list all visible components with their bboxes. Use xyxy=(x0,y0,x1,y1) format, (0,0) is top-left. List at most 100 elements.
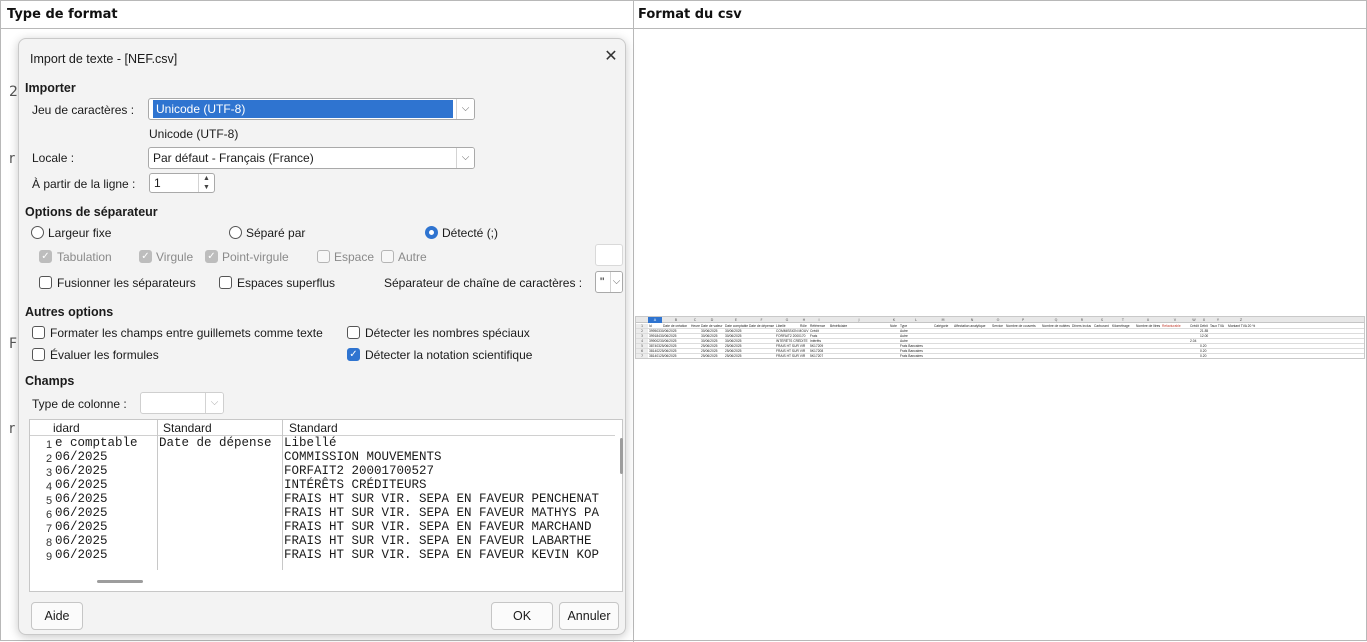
sheet-column-letter: T xyxy=(1121,318,1125,322)
preview-cell: Libellé xyxy=(284,436,337,450)
sheet-gridline xyxy=(636,328,1364,329)
sheet-column-letter: O xyxy=(996,318,1000,322)
sheet-column-headers: A B C D E F G H I J K L M N O P Q R S T U V W X Y Z xyxy=(636,317,1364,323)
section-importer: Importer xyxy=(25,81,76,95)
checkbox-trim-spaces[interactable] xyxy=(219,276,232,289)
sheet-column-letter: R xyxy=(1080,318,1084,322)
from-line-spinner[interactable]: 1 ▲ ▼ xyxy=(149,173,215,193)
preview-cell: FRAIS HT SUR VIR. SEPA EN FAVEUR KEVIN K… xyxy=(284,548,600,562)
preview-row: 6 06/2025 FRAIS HT SUR VIR. SEPA EN FAVE… xyxy=(30,506,615,521)
radio-separated-by[interactable] xyxy=(229,226,242,239)
sheet-column-letter: U xyxy=(1146,318,1150,322)
checkbox-semicolon[interactable]: ✓ xyxy=(205,250,218,263)
sheet-column-letter: Q xyxy=(1054,318,1058,322)
row-number: 9 xyxy=(46,551,53,563)
checkbox-other[interactable] xyxy=(381,250,394,263)
preview-row: 4 06/2025 INTÉRÊTS CRÉDITEURS xyxy=(30,478,615,493)
preview-column-header[interactable]: Standard xyxy=(163,421,212,435)
preview-cell: 06/2025 xyxy=(55,548,108,562)
sheet-column-letter: Z xyxy=(1239,318,1243,322)
sheet-column-letter: V xyxy=(1173,318,1177,322)
checkbox-quoted-as-text[interactable] xyxy=(32,326,45,339)
preview-cell: COMMISSION MOUVEMENTS xyxy=(284,450,442,464)
tab-label: Tabulation xyxy=(57,250,112,264)
checkbox-detect-scientific[interactable]: ✓ xyxy=(347,348,360,361)
preview-cell: 06/2025 xyxy=(55,492,108,506)
merge-label: Fusionner les séparateurs xyxy=(57,276,196,290)
chevron-down-icon[interactable]: ⌵ xyxy=(456,99,474,119)
sheet-gridline xyxy=(636,333,1364,334)
chevron-down-icon[interactable]: ⌵ xyxy=(205,393,223,413)
charset-dropdown-item[interactable]: Unicode (UTF-8) xyxy=(149,127,238,141)
sheet-column-letter: D xyxy=(710,318,714,322)
checkbox-space[interactable] xyxy=(317,250,330,263)
preview-cell: Date de dépense xyxy=(159,436,272,450)
dialog-title: Import de texte - [NEF.csv] xyxy=(30,52,178,66)
quoted-as-text-label: Formater les champs entre guillemets com… xyxy=(50,326,323,340)
charset-select[interactable]: Unicode (UTF-8) ⌵ xyxy=(148,98,475,120)
preview-header: idard Standard Standard xyxy=(30,420,615,436)
sheet-column-letter: M xyxy=(941,318,945,322)
preview-column-header[interactable]: Standard xyxy=(289,421,338,435)
preview-cell: 06/2025 xyxy=(55,506,108,520)
other-label: Autre xyxy=(398,250,427,264)
preview-cell: INTÉRÊTS CRÉDITEURS xyxy=(284,478,427,492)
close-icon[interactable]: ✕ xyxy=(599,45,623,69)
help-button[interactable]: Aide xyxy=(31,602,83,630)
column-type-select[interactable]: ⌵ xyxy=(140,392,224,414)
section-fields: Champs xyxy=(25,374,75,388)
sheet-column-letter: A xyxy=(648,317,662,323)
sheet-column-letter: X xyxy=(1202,318,1206,322)
sheet-gridline xyxy=(636,353,1364,354)
sheet-gridline xyxy=(636,343,1364,344)
checkbox-tab[interactable]: ✓ xyxy=(39,250,52,263)
chevron-down-icon[interactable]: ⌵ xyxy=(610,272,622,292)
sheet-gridline xyxy=(636,338,1364,339)
sheet-column-letter: C xyxy=(693,318,697,322)
chevron-down-icon[interactable]: ⌵ xyxy=(456,148,474,168)
other-separator-input[interactable] xyxy=(595,244,623,266)
trim-label: Espaces superflus xyxy=(237,276,336,290)
sheet-column-letter: F xyxy=(760,318,763,322)
sheet-column-letter: W xyxy=(1192,318,1196,322)
background-text: F xyxy=(9,336,18,352)
preview-cell: FRAIS HT SUR VIR. SEPA EN FAVEUR MATHYS … xyxy=(284,506,600,520)
checkbox-comma[interactable]: ✓ xyxy=(139,250,152,263)
semicolon-label: Point-virgule xyxy=(222,250,289,264)
sheet-column-letter: I xyxy=(818,318,820,322)
radio-fixed-width[interactable] xyxy=(31,226,44,239)
sheet-gridline xyxy=(636,348,1364,349)
from-line-value: 1 xyxy=(154,176,161,190)
sheet-gridline xyxy=(636,358,1365,359)
horizontal-scrollbar[interactable] xyxy=(97,580,143,583)
preview-column-header[interactable]: idard xyxy=(53,421,80,435)
preview-cell: FRAIS HT SUR VIR. SEPA EN FAVEUR LABARTH… xyxy=(284,534,592,548)
string-delimiter-select[interactable]: " ⌵ xyxy=(595,271,623,293)
separated-by-label: Séparé par xyxy=(246,226,306,240)
background-text: r xyxy=(9,151,15,167)
column-type-label: Type de colonne : xyxy=(32,397,127,411)
sheet-column-letter: L xyxy=(915,318,917,322)
locale-select[interactable]: Par défaut - Français (France) ⌵ xyxy=(148,147,475,169)
preview-cell: FORFAIT2 20001700527 xyxy=(284,464,435,478)
evaluate-formulas-label: Évaluer les formules xyxy=(50,348,159,362)
detect-special-label: Détecter les nombres spéciaux xyxy=(365,326,530,340)
checkbox-merge-delimiters[interactable] xyxy=(39,276,52,289)
csv-spreadsheet-thumbnail: ABCDEFGHIJKLMNOPQRSTUVWXYZ 1 Id Date de cr… xyxy=(635,316,1365,359)
checkbox-detect-special[interactable] xyxy=(347,326,360,339)
background-text: 2 xyxy=(9,84,18,100)
checkbox-evaluate-formulas[interactable] xyxy=(32,348,45,361)
cancel-button[interactable]: Annuler xyxy=(559,602,619,630)
spinner-arrows-icon[interactable]: ▲ ▼ xyxy=(198,174,214,192)
preview-cell: 06/2025 xyxy=(55,534,108,548)
space-label: Espace xyxy=(334,250,375,264)
string-delimiter-value: " xyxy=(600,275,605,289)
sheet-column-letter: G xyxy=(785,318,789,322)
ok-button[interactable]: OK xyxy=(491,602,553,630)
radio-detected[interactable] xyxy=(425,226,438,239)
vertical-scrollbar[interactable] xyxy=(620,438,623,474)
detect-scientific-label: Détecter la notation scientifique xyxy=(365,348,533,362)
import-preview-grid[interactable]: idard Standard Standard 1 e comptable Da… xyxy=(29,419,623,592)
preview-row: 3 06/2025 FORFAIT2 20001700527 xyxy=(30,464,615,479)
locale-value: Par défaut - Français (France) xyxy=(153,151,314,165)
